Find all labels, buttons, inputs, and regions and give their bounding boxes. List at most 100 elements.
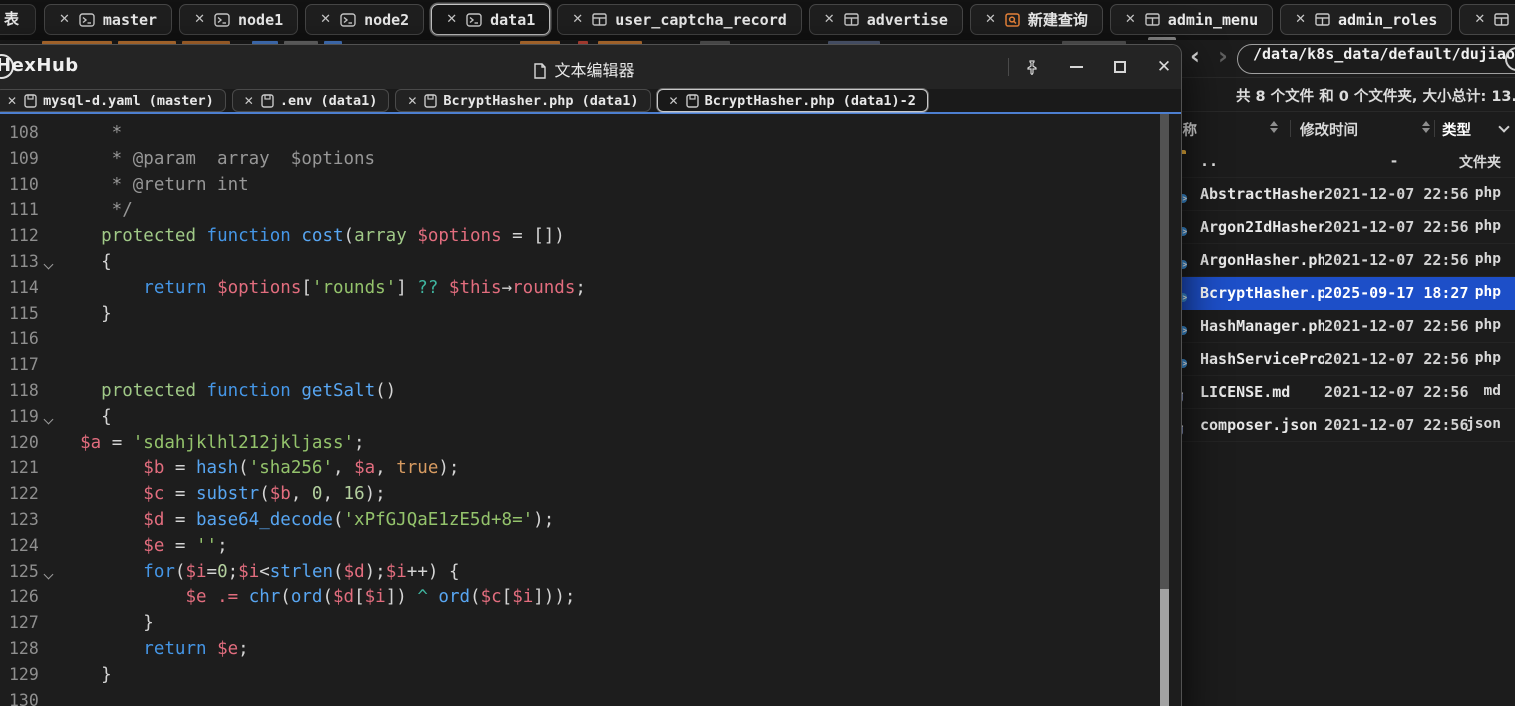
file-row-BcryptHasher.p[interactable]: />BcryptHasher.p…2025-09-17 18:27php [1176, 277, 1515, 310]
file-name: AbstractHasher… [1200, 185, 1324, 203]
file-row-composer.json[interactable]: Tcomposer.json2021-12-07 22:56json [1176, 409, 1515, 442]
close-tab-icon[interactable]: ✕ [824, 12, 835, 27]
top-tab-user_captcha_record[interactable]: ✕user_captcha_record [557, 4, 802, 35]
file-name: LICENSE.md [1200, 383, 1324, 401]
file-summary-bar: 共 8 个文件 和 0 个文件夹, 大小总计: 13.7 [1176, 78, 1515, 112]
code-line[interactable]: 125 for($i=0;$i<strlen($d);$i++) { [0, 562, 1181, 588]
fold-chevron-icon[interactable] [41, 252, 59, 278]
chevron-down-icon[interactable] [1498, 121, 1509, 132]
file-row-AbstractHasher[interactable]: />AbstractHasher…2021-12-07 22:56php [1176, 178, 1515, 211]
close-tab-icon[interactable]: ✕ [407, 94, 417, 108]
editor-tab[interactable]: ✕mysql-d.yaml (master) [0, 89, 226, 112]
code-line[interactable]: 111 */ [0, 200, 1181, 226]
fold-gutter [41, 433, 59, 459]
fold-gutter [41, 587, 59, 613]
fold-chevron-icon[interactable] [41, 562, 59, 588]
file-row-Argon2IdHasher[interactable]: />Argon2IdHasher…2021-12-07 22:56php [1176, 211, 1515, 244]
code-line[interactable]: 115 } [0, 304, 1181, 330]
fold-gutter [41, 175, 59, 201]
editor-tab[interactable]: ✕BcryptHasher.php (data1) [395, 89, 650, 112]
column-header-type[interactable]: 类型 [1442, 119, 1471, 140]
close-tab-icon[interactable]: ✕ [669, 94, 679, 108]
file-type: php [1475, 251, 1501, 267]
code-line[interactable]: 108 * [0, 123, 1181, 149]
close-tab-icon[interactable]: ✕ [1125, 12, 1136, 27]
code-line[interactable]: 117 [0, 355, 1181, 381]
file-row-HashManager.php[interactable]: />HashManager.php2021-12-07 22:56php [1176, 310, 1515, 343]
column-header-mtime[interactable]: 修改时间 [1300, 119, 1358, 140]
file-row-LICENSE.md[interactable]: TLICENSE.md2021-12-07 22:56md [1176, 376, 1515, 409]
file-icon [24, 94, 37, 108]
nav-back-icon[interactable]: ‹ [1190, 42, 1200, 70]
code-line[interactable]: 128 return $e; [0, 639, 1181, 665]
sort-icon[interactable] [1270, 121, 1278, 133]
editor-tab-strip: ✕mysql-d.yaml (master)✕.env (data1)✕Bcry… [0, 89, 1181, 112]
code-line[interactable]: 126 $e .= chr(ord($d[$i]) ^ ord($c[$i]))… [0, 587, 1181, 613]
close-tab-icon[interactable]: ✕ [1295, 12, 1306, 27]
code-line[interactable]: 130 [0, 691, 1181, 706]
code-line[interactable]: 116 [0, 329, 1181, 355]
close-tab-icon[interactable]: ✕ [572, 12, 583, 27]
nav-forward-icon[interactable]: › [1218, 42, 1228, 70]
file-row-ArgonHasher.php[interactable]: />ArgonHasher.php2021-12-07 22:56php [1176, 244, 1515, 277]
document-icon [533, 63, 547, 79]
code-line[interactable]: 112 protected function cost(array $optio… [0, 226, 1181, 252]
file-type: 文件夹 [1459, 152, 1501, 172]
close-tab-icon[interactable]: ✕ [244, 94, 254, 108]
code-line[interactable]: 121 $b = hash('sha256', $a, true); [0, 458, 1181, 484]
code-line[interactable]: 110 * @return int [0, 175, 1181, 201]
fold-gutter [41, 123, 59, 149]
top-tab-master[interactable]: ✕master [44, 4, 172, 35]
code-line[interactable]: 113 { [0, 252, 1181, 278]
top-tab-新建查询[interactable]: ✕新建查询 [970, 4, 1103, 35]
pin-button[interactable] [1017, 56, 1047, 78]
fold-gutter [41, 278, 59, 304]
table-icon [1494, 13, 1509, 26]
fold-chevron-icon[interactable] [41, 407, 59, 433]
file-type: md [1484, 383, 1501, 399]
close-tab-icon[interactable]: ✕ [985, 12, 996, 27]
close-tab-icon[interactable]: ✕ [320, 12, 331, 27]
code-line[interactable]: 118 protected function getSalt() [0, 381, 1181, 407]
path-breadcrumb[interactable]: /data/k8s_data/default/dujiaok [1237, 44, 1515, 74]
code-line[interactable]: 109 * @param array $options [0, 149, 1181, 175]
close-window-button[interactable]: ✕ [1149, 56, 1179, 78]
editor-scrollbar-thumb[interactable] [1160, 589, 1169, 706]
close-tab-icon[interactable]: ✕ [1474, 12, 1485, 27]
close-tab-icon[interactable]: ✕ [446, 12, 457, 27]
minimize-button[interactable] [1061, 56, 1091, 78]
code-line[interactable]: 124 $e = ''; [0, 536, 1181, 562]
close-tab-icon[interactable]: ✕ [59, 12, 70, 27]
code-line[interactable]: 120 $a = 'sdahjklhl212jkljass'; [0, 433, 1181, 459]
top-tab-admin_users[interactable]: ✕admin_users [1459, 4, 1515, 35]
code-editor[interactable]: 108 *109 * @param array $options110 * @r… [0, 114, 1181, 706]
tab-label: node2 [364, 11, 409, 29]
line-number: 109 [9, 149, 41, 175]
maximize-button[interactable] [1105, 56, 1135, 78]
code-line[interactable]: 127 } [0, 613, 1181, 639]
editor-tab[interactable]: ✕BcryptHasher.php (data1)-2 [657, 89, 928, 112]
close-tab-icon[interactable]: ✕ [7, 94, 17, 108]
top-tab-admin_menu[interactable]: ✕admin_menu [1110, 4, 1273, 35]
table-icon [592, 13, 607, 26]
close-tab-icon[interactable]: ✕ [194, 12, 205, 27]
code-line[interactable]: 122 $c = substr($b, 0, 16); [0, 484, 1181, 510]
controls-divider [1008, 58, 1009, 76]
sort-icon[interactable] [1422, 121, 1430, 133]
top-tab-admin_roles[interactable]: ✕admin_roles [1280, 4, 1452, 35]
top-tab-node2[interactable]: ✕ node2 [305, 4, 424, 35]
file-row-..[interactable]: ..-文件夹 [1176, 145, 1515, 178]
top-tab-node1[interactable]: ✕node1 [179, 4, 298, 35]
code-line[interactable]: 114 return $options['rounds'] ?? $this→r… [0, 278, 1181, 304]
editor-tab[interactable]: ✕.env (data1) [232, 89, 390, 112]
code-line[interactable]: 123 $d = base64_decode('xPfGJQaE1zE5d+8=… [0, 510, 1181, 536]
top-tab-data1[interactable]: ✕data1 [431, 4, 550, 35]
editor-scrollbar[interactable] [1160, 114, 1169, 706]
code-line[interactable]: 129 } [0, 665, 1181, 691]
file-row-HashServicePro[interactable]: />HashServicePro…2021-12-07 22:56php [1176, 343, 1515, 376]
partial-tab[interactable]: 表 [0, 4, 36, 35]
line-number: 116 [9, 329, 41, 355]
top-tab-advertise[interactable]: ✕advertise [809, 4, 963, 35]
fold-gutter [41, 381, 59, 407]
code-line[interactable]: 119 { [0, 407, 1181, 433]
